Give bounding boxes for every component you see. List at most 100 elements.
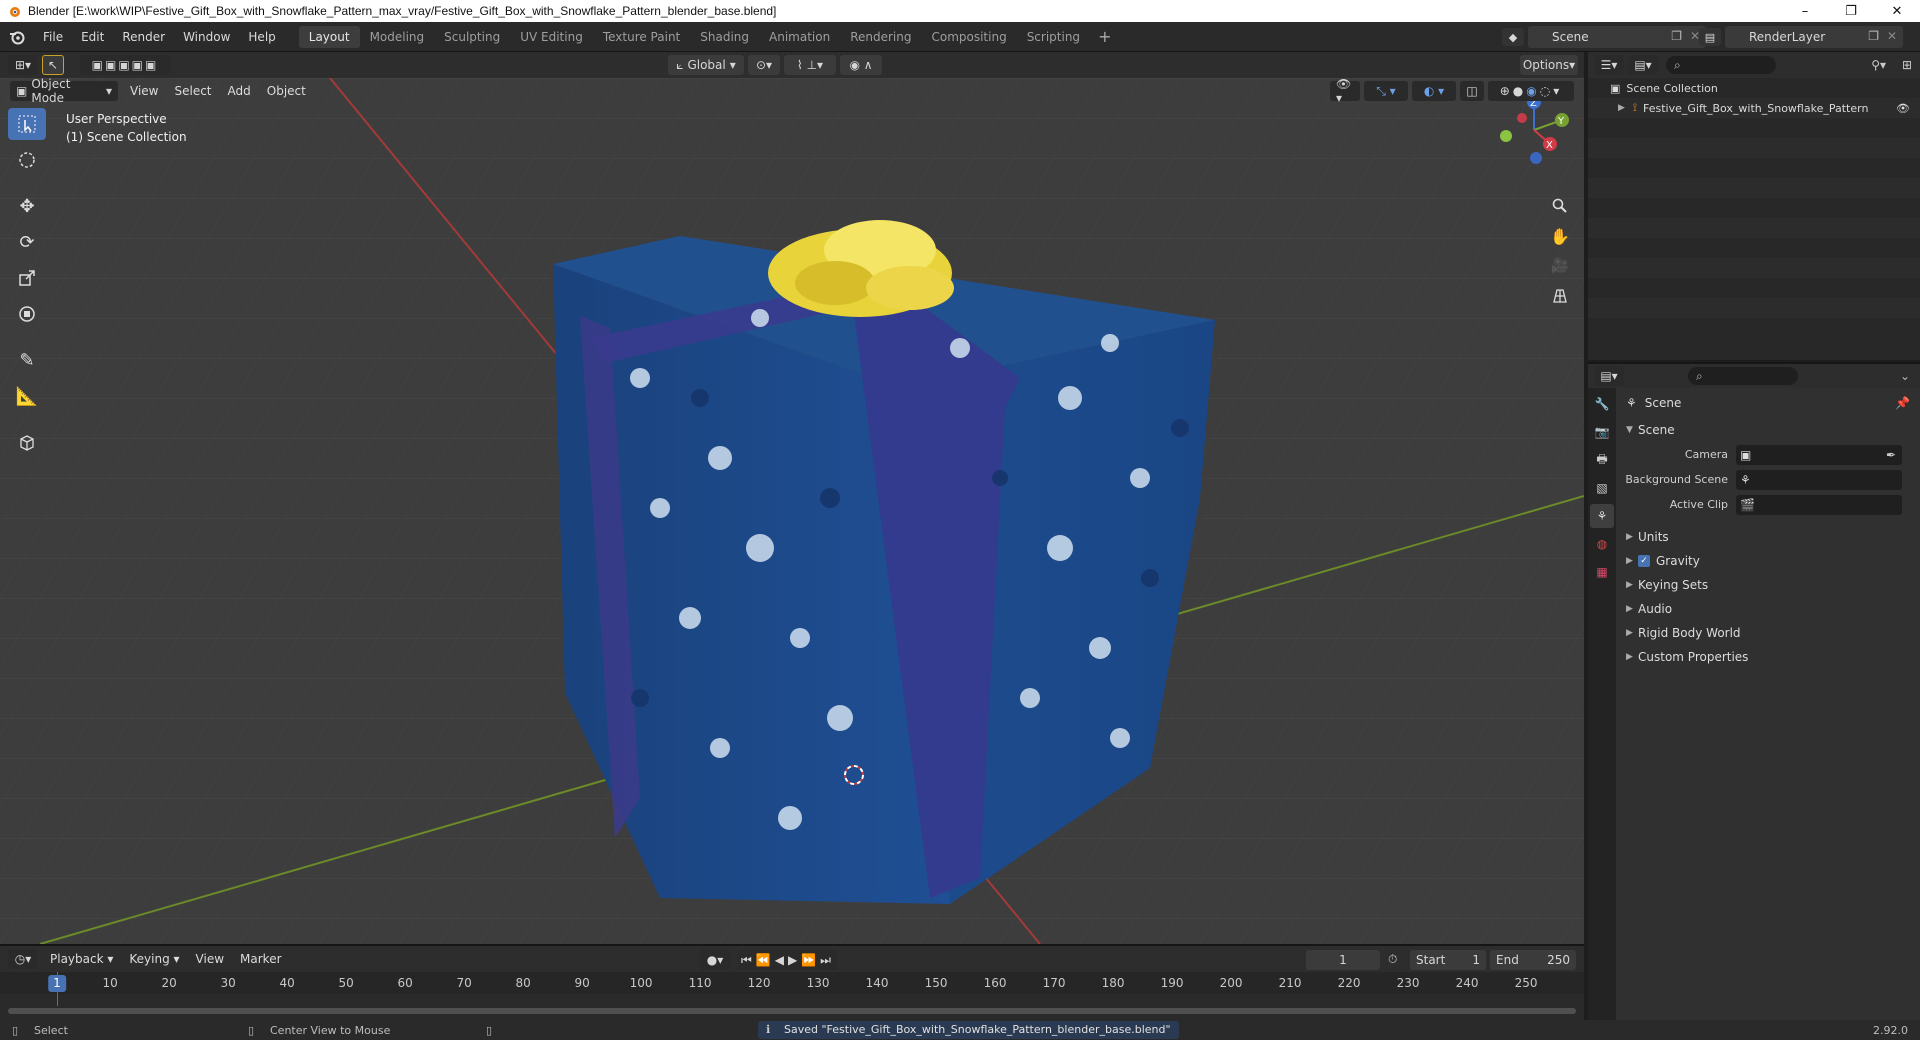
camera-field[interactable]: ▣ ✒ bbox=[1736, 444, 1902, 465]
blender-menu-icon[interactable] bbox=[0, 22, 34, 52]
viewport-menu-select[interactable]: Select bbox=[166, 84, 219, 98]
tab-scripting[interactable]: Scripting bbox=[1017, 26, 1090, 48]
properties-search-input[interactable]: ⌕ bbox=[1688, 367, 1798, 385]
copy-icon[interactable]: ❐ bbox=[1671, 29, 1682, 43]
start-frame-field[interactable]: Start 1 bbox=[1410, 950, 1486, 970]
measure-tool-icon[interactable]: 📐 bbox=[8, 380, 46, 412]
outliner-search-input[interactable]: ⌕ bbox=[1666, 56, 1776, 74]
timeline-area[interactable]: 10 20 30 40 50 60 70 80 90 100 110 120 130 140 150 160 1… bbox=[0, 972, 1584, 1020]
viewport-menu-view[interactable]: View bbox=[122, 84, 166, 98]
expand-arrow-icon[interactable]: ▶ bbox=[1618, 103, 1625, 113]
current-frame-field[interactable]: 1 bbox=[1306, 950, 1380, 970]
select-box-tool-icon[interactable] bbox=[8, 108, 46, 140]
timeline-scrollbar[interactable] bbox=[8, 1008, 1576, 1014]
outliner-row-object[interactable]: ▶ ⟟ Festive_Gift_Box_with_Snowflake_Patt… bbox=[1588, 98, 1920, 118]
tab-shading[interactable]: Shading bbox=[690, 26, 759, 48]
texture-tab-icon[interactable]: ▦ bbox=[1590, 560, 1614, 584]
tool-tab-icon[interactable]: 🔧 bbox=[1590, 392, 1614, 416]
visibility-icon[interactable]: 👁▾ bbox=[1330, 77, 1360, 105]
playback-controls[interactable]: ⏮⏪◀▶⏩⏭ bbox=[738, 950, 838, 970]
timeline-menu-marker[interactable]: Marker bbox=[232, 952, 289, 966]
tab-sculpting[interactable]: Sculpting bbox=[434, 26, 510, 48]
menu-render[interactable]: Render bbox=[113, 30, 174, 44]
panel-gravity-header[interactable]: ▶ ✓ Gravity bbox=[1616, 549, 1920, 573]
panel-rigid-body-world-header[interactable]: ▶ Rigid Body World bbox=[1616, 621, 1920, 645]
add-workspace-icon[interactable]: + bbox=[1090, 26, 1119, 48]
timeline-menu-keying[interactable]: Keying ▾ bbox=[121, 952, 187, 966]
record-icon[interactable]: ●▾ bbox=[700, 950, 730, 970]
snap-icon[interactable]: ⌇ ⊥▾ bbox=[784, 55, 836, 75]
overlay-toggle-icon[interactable]: ◐ ▾ bbox=[1412, 81, 1456, 101]
properties-editor-icon[interactable]: ▤▾ bbox=[1594, 366, 1624, 386]
rotate-tool-icon[interactable]: ⟳ bbox=[8, 226, 46, 258]
display-mode-icon[interactable]: ▤▾ bbox=[1628, 55, 1658, 75]
active-clip-field[interactable]: 🎬 bbox=[1736, 494, 1902, 515]
output-tab-icon[interactable]: 🖶 bbox=[1590, 448, 1614, 472]
playhead-frame-marker[interactable]: 1 bbox=[48, 975, 66, 992]
close-icon[interactable]: ✕ bbox=[1887, 29, 1897, 43]
select-tool-icon[interactable]: ↖ bbox=[42, 55, 64, 75]
new-collection-icon[interactable]: ⊞ bbox=[1902, 58, 1912, 72]
stopwatch-icon[interactable]: ⏱ bbox=[1388, 952, 1397, 967]
orientation-dropdown[interactable]: ⟀ Global ▾ bbox=[668, 55, 744, 75]
outliner-row-scene-collection[interactable]: ▣ Scene Collection bbox=[1588, 78, 1920, 98]
viewport-menu-object[interactable]: Object bbox=[259, 84, 314, 98]
timeline-menu-view[interactable]: View bbox=[188, 952, 232, 966]
move-tool-icon[interactable]: ✥ bbox=[8, 190, 46, 222]
3d-viewport[interactable]: User Perspective (1) Scene Collection Z … bbox=[0, 78, 1584, 944]
panel-units-header[interactable]: ▶ Units bbox=[1616, 525, 1920, 549]
minimize-button[interactable]: – bbox=[1782, 0, 1828, 22]
proportional-edit-icon[interactable]: ◉ ∧ bbox=[840, 55, 882, 75]
maximize-button[interactable]: ❐ bbox=[1828, 0, 1874, 22]
panel-audio-header[interactable]: ▶ Audio bbox=[1616, 597, 1920, 621]
transform-tool-icon[interactable] bbox=[8, 298, 46, 330]
gizmo-toggle-icon[interactable]: ⤡ ▾ bbox=[1364, 81, 1408, 101]
add-cube-tool-icon[interactable] bbox=[8, 426, 46, 458]
timeline-editor-icon[interactable]: ◷▾ bbox=[8, 949, 38, 969]
pin-icon[interactable]: 📌 bbox=[1895, 396, 1910, 410]
scene-tab-icon[interactable]: ⚘ bbox=[1590, 504, 1614, 528]
annotate-tool-icon[interactable]: ✎ bbox=[8, 344, 46, 376]
pan-hand-icon[interactable]: ✋ bbox=[1546, 222, 1574, 250]
background-scene-field[interactable]: ⚘ bbox=[1736, 469, 1902, 490]
panel-scene-header[interactable]: ▼ Scene bbox=[1616, 418, 1920, 442]
camera-view-icon[interactable]: 🎥 bbox=[1546, 252, 1574, 280]
tab-animation[interactable]: Animation bbox=[759, 26, 840, 48]
pivot-icon[interactable]: ⊙▾ bbox=[748, 55, 780, 75]
chevron-down-icon[interactable]: ⌄ bbox=[1900, 369, 1910, 383]
render-tab-icon[interactable]: 📷 bbox=[1590, 420, 1614, 444]
selection-mode-icons[interactable]: ▣▣▣▣▣ bbox=[80, 55, 170, 75]
close-button[interactable]: ✕ bbox=[1874, 0, 1920, 22]
cursor-tool-icon[interactable] bbox=[8, 144, 46, 176]
timeline-menu-playback[interactable]: Playback ▾ bbox=[42, 952, 121, 966]
scene-selector[interactable]: ◆ Scene ❐ ✕ bbox=[1502, 26, 1706, 48]
scale-tool-icon[interactable] bbox=[8, 262, 46, 294]
menu-window[interactable]: Window bbox=[174, 30, 239, 44]
tab-layout[interactable]: Layout bbox=[298, 25, 360, 48]
zoom-icon[interactable] bbox=[1546, 192, 1574, 220]
world-tab-icon[interactable]: ◍ bbox=[1590, 532, 1614, 556]
copy-icon[interactable]: ❐ bbox=[1868, 29, 1879, 43]
menu-help[interactable]: Help bbox=[239, 30, 284, 44]
shading-mode-icons[interactable]: ⊕● ◉ ◌▾ bbox=[1488, 81, 1574, 101]
outliner-editor-icon[interactable]: ☰▾ bbox=[1594, 55, 1624, 75]
menu-edit[interactable]: Edit bbox=[72, 30, 113, 44]
tab-texture-paint[interactable]: Texture Paint bbox=[593, 26, 690, 48]
tab-rendering[interactable]: Rendering bbox=[840, 26, 921, 48]
panel-keying-sets-header[interactable]: ▶ Keying Sets bbox=[1616, 573, 1920, 597]
eyedropper-icon[interactable]: ✒ bbox=[1886, 448, 1896, 462]
frame-ruler[interactable]: 10 20 30 40 50 60 70 80 90 100 110 120 130 140 150 160 1… bbox=[0, 972, 1584, 994]
perspective-toggle-icon[interactable] bbox=[1546, 282, 1574, 310]
tab-compositing[interactable]: Compositing bbox=[921, 26, 1016, 48]
mode-dropdown[interactable]: ▣ Object Mode ▾ bbox=[10, 77, 118, 105]
eye-icon[interactable]: 👁 bbox=[1896, 102, 1910, 115]
viewport-menu-add[interactable]: Add bbox=[220, 84, 259, 98]
xray-icon[interactable]: ◫ bbox=[1460, 81, 1484, 101]
view-layer-tab-icon[interactable]: ▧ bbox=[1590, 476, 1614, 500]
panel-custom-properties-header[interactable]: ▶ Custom Properties bbox=[1616, 645, 1920, 669]
end-frame-field[interactable]: End 250 bbox=[1490, 950, 1576, 970]
tab-modeling[interactable]: Modeling bbox=[360, 26, 435, 48]
options-dropdown[interactable]: Options ▾ bbox=[1520, 55, 1578, 75]
filter-icon[interactable]: ⚲▾ bbox=[1871, 58, 1886, 72]
menu-file[interactable]: File bbox=[34, 30, 72, 44]
